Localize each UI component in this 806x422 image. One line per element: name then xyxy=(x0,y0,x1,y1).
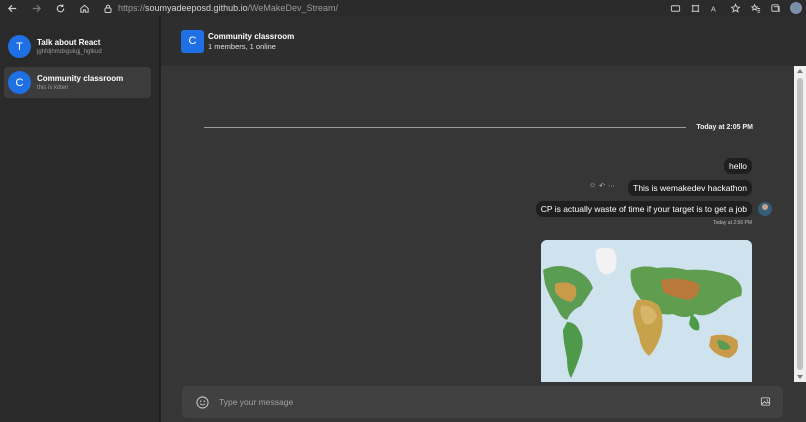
more-options-icon[interactable]: ⋯ xyxy=(608,182,615,190)
scroll-up-arrow-icon[interactable] xyxy=(797,69,803,73)
member-count: 1 members, 1 online xyxy=(208,41,276,51)
arrow-right-icon xyxy=(32,4,41,12)
home-icon xyxy=(79,4,89,13)
message-bubble: CP is actually waste of time if your tar… xyxy=(535,201,752,217)
channel-header-avatar: C xyxy=(181,29,204,53)
channel-name: Talk about React xyxy=(37,38,101,47)
message-bubble: This is wemakedev hackathon xyxy=(628,180,752,196)
lock-icon xyxy=(104,4,112,13)
message-timestamp: Today at 2:56 PM xyxy=(713,220,752,226)
read-aloud-icon[interactable]: A xyxy=(710,3,721,14)
app-available-icon[interactable] xyxy=(670,3,681,14)
chat-header: C Community classroom 1 members, 1 onlin… xyxy=(161,16,806,66)
message-input[interactable] xyxy=(219,397,739,407)
arrow-left-icon xyxy=(7,4,16,12)
browser-toolbar: https://soumyadeeposd.github.io/WeMakeDe… xyxy=(0,0,806,16)
message-scrollbar[interactable] xyxy=(794,66,806,382)
channel-description: this is kitten xyxy=(37,85,69,91)
url-prefix: https:// xyxy=(118,3,146,13)
emoji-reaction-icon[interactable]: ☺ xyxy=(589,182,596,190)
world-map-image xyxy=(541,240,752,382)
reload-button[interactable] xyxy=(48,0,72,16)
address-bar[interactable]: https://soumyadeeposd.github.io/WeMakeDe… xyxy=(104,1,338,15)
browser-extensions: A xyxy=(670,0,802,16)
reply-icon[interactable]: ↶ xyxy=(599,182,605,190)
home-button[interactable] xyxy=(72,0,96,16)
message-actions: ☺ ↶ ⋯ xyxy=(589,182,615,190)
image-upload-icon[interactable] xyxy=(760,396,771,407)
url-path: /WeMakeDev_Stream/ xyxy=(247,3,338,13)
message-list[interactable]: Today at 2:05 PM hello ☺ ↶ ⋯ This is wem… xyxy=(161,66,794,382)
channel-title: Community classroom xyxy=(208,31,295,41)
emoji-picker-icon[interactable] xyxy=(196,395,209,409)
date-divider: Today at 2:05 PM xyxy=(204,122,753,132)
channel-item-talk-about-react[interactable]: T Talk about React jghfdjhmdxgukgj_hgtku… xyxy=(4,31,151,62)
profile-avatar[interactable] xyxy=(790,2,802,14)
message-composer xyxy=(182,386,783,418)
channel-avatar: C xyxy=(8,71,31,94)
channel-name: Community classroom xyxy=(37,74,124,83)
favorites-icon[interactable] xyxy=(750,3,761,14)
channel-item-community-classroom[interactable]: C Community classroom this is kitten xyxy=(4,67,151,98)
back-button[interactable] xyxy=(0,0,24,16)
favorite-star-icon[interactable] xyxy=(730,2,741,14)
user-avatar[interactable] xyxy=(758,202,772,216)
date-divider-label: Today at 2:05 PM xyxy=(696,123,753,131)
chat-panel: C Community classroom 1 members, 1 onlin… xyxy=(161,16,806,422)
reload-icon xyxy=(56,3,64,12)
url-host: soumyadeeposd.github.io xyxy=(145,3,248,13)
url-text: https://soumyadeeposd.github.io/WeMakeDe… xyxy=(118,3,338,13)
scrollbar-thumb[interactable] xyxy=(797,78,803,370)
channel-avatar: T xyxy=(8,35,31,58)
forward-button[interactable] xyxy=(24,0,48,16)
collections-icon[interactable] xyxy=(770,3,781,14)
message-bubble: hello xyxy=(724,158,752,174)
scroll-down-arrow-icon[interactable] xyxy=(797,375,803,379)
channel-sidebar: T Talk about React jghfdjhmdxgukgj_hgtku… xyxy=(0,16,160,422)
channel-description: jghfdjhmdxgukgj_hgtkud xyxy=(37,49,102,55)
divider-line xyxy=(204,126,687,128)
svg-text:A: A xyxy=(711,4,716,13)
image-attachment[interactable] xyxy=(541,240,752,382)
grid-icon[interactable] xyxy=(690,3,701,14)
